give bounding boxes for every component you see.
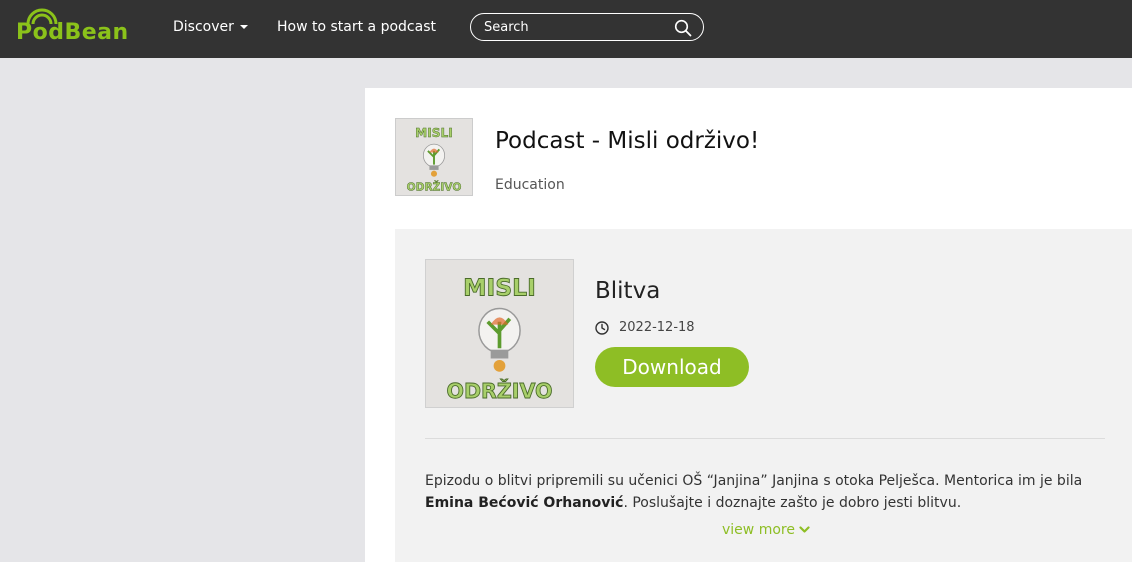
top-navigation-bar: PodBean Discover How to start a podcast (0, 0, 1132, 58)
cover-word-bottom: ODRŽIVO (407, 180, 462, 193)
episode-date: 2022-12-18 (619, 320, 695, 335)
podcast-panel: MISLI ODRŽIVO Podcast - Misli održivo! E… (365, 88, 1132, 562)
logo-text: PodBean (16, 20, 129, 45)
divider (425, 438, 1105, 439)
view-more-link[interactable]: view more (722, 522, 810, 538)
cover-word-bottom: ODRŽIVO (446, 378, 552, 403)
how-to-start-link[interactable]: How to start a podcast (277, 19, 436, 35)
description-text: Epizodu o blitvi pripremili su učenici O… (425, 473, 1083, 489)
episode-cover-image: MISLI ODRŽIVO (425, 259, 574, 408)
discover-label: Discover (173, 19, 234, 35)
cover-word-top: MISLI (415, 126, 453, 140)
episode-date-row: 2022-12-18 (595, 320, 695, 335)
chevron-down-icon (799, 526, 810, 533)
clock-icon (595, 320, 609, 335)
podcast-cover-art: MISLI ODRŽIVO (396, 119, 472, 195)
search-box[interactable] (470, 13, 704, 41)
podcast-category[interactable]: Education (495, 177, 565, 193)
episode-cover-art: MISLI ODRŽIVO (426, 260, 573, 407)
download-button[interactable]: Download (595, 347, 749, 387)
view-more-label: view more (722, 522, 795, 538)
podcast-title[interactable]: Podcast - Misli održivo! (495, 128, 759, 154)
episode-card: MISLI ODRŽIVO Blitva 2022-12-18 Download… (395, 229, 1132, 562)
search-icon[interactable] (674, 19, 692, 37)
podbean-logo[interactable]: PodBean (16, 8, 129, 48)
mentor-name: Emina Bećović Orhanović (425, 495, 624, 511)
episode-description: Epizodu o blitvi pripremili su učenici O… (425, 470, 1115, 514)
description-text-end: . Poslušajte i doznajte zašto je dobro j… (623, 495, 962, 511)
cover-word-top: MISLI (463, 273, 536, 301)
podcast-cover-image[interactable]: MISLI ODRŽIVO (395, 118, 473, 196)
search-input[interactable] (484, 18, 664, 36)
episode-title[interactable]: Blitva (595, 278, 660, 304)
discover-menu[interactable]: Discover (173, 19, 248, 35)
caret-down-icon (239, 25, 248, 29)
